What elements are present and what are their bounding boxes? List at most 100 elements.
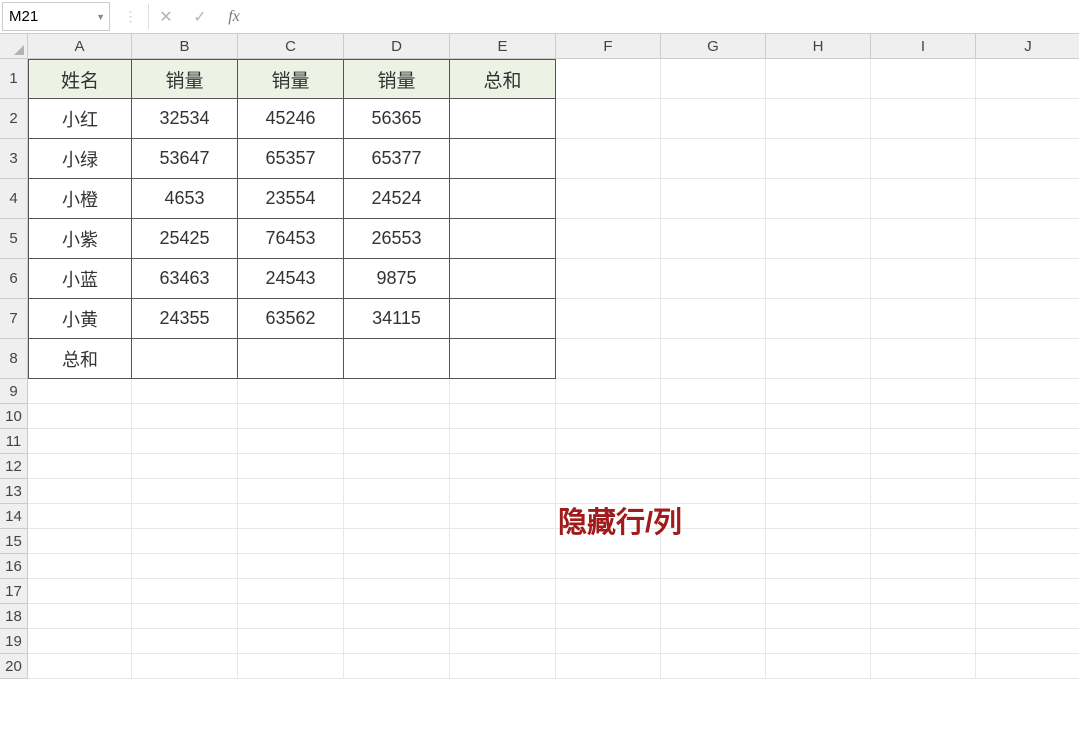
cell-J12[interactable] bbox=[976, 454, 1079, 479]
cell-G6[interactable] bbox=[661, 259, 766, 299]
row-header-5[interactable]: 5 bbox=[0, 219, 28, 259]
cell-F15[interactable] bbox=[556, 529, 661, 554]
cell-D20[interactable] bbox=[344, 654, 450, 679]
cell-J20[interactable] bbox=[976, 654, 1079, 679]
cell-B5[interactable]: 25425 bbox=[132, 219, 238, 259]
cell-C3[interactable]: 65357 bbox=[238, 139, 344, 179]
cell-J16[interactable] bbox=[976, 554, 1079, 579]
cell-I2[interactable] bbox=[871, 99, 976, 139]
cell-I8[interactable] bbox=[871, 339, 976, 379]
cell-E6[interactable] bbox=[450, 259, 556, 299]
cell-H19[interactable] bbox=[766, 629, 871, 654]
cell-H3[interactable] bbox=[766, 139, 871, 179]
cell-I11[interactable] bbox=[871, 429, 976, 454]
name-box[interactable]: M21 ▼ bbox=[2, 2, 110, 31]
cell-E4[interactable] bbox=[450, 179, 556, 219]
cell-C1[interactable]: 销量 bbox=[238, 59, 344, 99]
cell-C6[interactable]: 24543 bbox=[238, 259, 344, 299]
cell-F19[interactable] bbox=[556, 629, 661, 654]
cell-B20[interactable] bbox=[132, 654, 238, 679]
cell-E9[interactable] bbox=[450, 379, 556, 404]
cell-B8[interactable] bbox=[132, 339, 238, 379]
spreadsheet-grid[interactable]: A B C D E F G H I J 1 姓名 销量 销量 销量 总和 2 小… bbox=[0, 34, 1079, 679]
cell-D1[interactable]: 销量 bbox=[344, 59, 450, 99]
cell-C16[interactable] bbox=[238, 554, 344, 579]
cell-C12[interactable] bbox=[238, 454, 344, 479]
col-header-E[interactable]: E bbox=[450, 34, 556, 59]
col-header-F[interactable]: F bbox=[556, 34, 661, 59]
row-header-9[interactable]: 9 bbox=[0, 379, 28, 404]
cell-F3[interactable] bbox=[556, 139, 661, 179]
cell-D8[interactable] bbox=[344, 339, 450, 379]
cell-J3[interactable] bbox=[976, 139, 1079, 179]
cell-D16[interactable] bbox=[344, 554, 450, 579]
cell-A11[interactable] bbox=[28, 429, 132, 454]
more-icon[interactable]: ⋮ bbox=[114, 0, 148, 33]
row-header-11[interactable]: 11 bbox=[0, 429, 28, 454]
cell-E14[interactable] bbox=[450, 504, 556, 529]
cell-D11[interactable] bbox=[344, 429, 450, 454]
cell-D19[interactable] bbox=[344, 629, 450, 654]
cell-A2[interactable]: 小红 bbox=[28, 99, 132, 139]
cell-F4[interactable] bbox=[556, 179, 661, 219]
cell-G7[interactable] bbox=[661, 299, 766, 339]
cell-G1[interactable] bbox=[661, 59, 766, 99]
cell-I12[interactable] bbox=[871, 454, 976, 479]
cell-E12[interactable] bbox=[450, 454, 556, 479]
cell-H15[interactable] bbox=[766, 529, 871, 554]
cell-G15[interactable] bbox=[661, 529, 766, 554]
cell-E10[interactable] bbox=[450, 404, 556, 429]
cell-J11[interactable] bbox=[976, 429, 1079, 454]
cell-I1[interactable] bbox=[871, 59, 976, 99]
cell-H10[interactable] bbox=[766, 404, 871, 429]
cell-A13[interactable] bbox=[28, 479, 132, 504]
cell-F1[interactable] bbox=[556, 59, 661, 99]
cell-D7[interactable]: 34115 bbox=[344, 299, 450, 339]
cell-I19[interactable] bbox=[871, 629, 976, 654]
cell-G13[interactable] bbox=[661, 479, 766, 504]
cell-F16[interactable] bbox=[556, 554, 661, 579]
cell-B16[interactable] bbox=[132, 554, 238, 579]
cell-B14[interactable] bbox=[132, 504, 238, 529]
row-header-13[interactable]: 13 bbox=[0, 479, 28, 504]
cell-B4[interactable]: 4653 bbox=[132, 179, 238, 219]
cell-J2[interactable] bbox=[976, 99, 1079, 139]
cell-B3[interactable]: 53647 bbox=[132, 139, 238, 179]
cell-J14[interactable] bbox=[976, 504, 1079, 529]
col-header-C[interactable]: C bbox=[238, 34, 344, 59]
cell-H4[interactable] bbox=[766, 179, 871, 219]
cell-E7[interactable] bbox=[450, 299, 556, 339]
cell-A18[interactable] bbox=[28, 604, 132, 629]
cell-H17[interactable] bbox=[766, 579, 871, 604]
cell-A20[interactable] bbox=[28, 654, 132, 679]
cell-G5[interactable] bbox=[661, 219, 766, 259]
row-header-4[interactable]: 4 bbox=[0, 179, 28, 219]
row-header-8[interactable]: 8 bbox=[0, 339, 28, 379]
cell-C20[interactable] bbox=[238, 654, 344, 679]
cell-H18[interactable] bbox=[766, 604, 871, 629]
cell-C4[interactable]: 23554 bbox=[238, 179, 344, 219]
cell-I3[interactable] bbox=[871, 139, 976, 179]
cell-C15[interactable] bbox=[238, 529, 344, 554]
cell-E20[interactable] bbox=[450, 654, 556, 679]
cell-H5[interactable] bbox=[766, 219, 871, 259]
cell-A3[interactable]: 小绿 bbox=[28, 139, 132, 179]
enter-icon[interactable]: ✓ bbox=[183, 0, 217, 33]
cell-E15[interactable] bbox=[450, 529, 556, 554]
cell-G14[interactable] bbox=[661, 504, 766, 529]
row-header-14[interactable]: 14 bbox=[0, 504, 28, 529]
cell-B15[interactable] bbox=[132, 529, 238, 554]
cell-I16[interactable] bbox=[871, 554, 976, 579]
cell-J1[interactable] bbox=[976, 59, 1079, 99]
row-header-6[interactable]: 6 bbox=[0, 259, 28, 299]
cell-E5[interactable] bbox=[450, 219, 556, 259]
cell-J15[interactable] bbox=[976, 529, 1079, 554]
row-header-10[interactable]: 10 bbox=[0, 404, 28, 429]
col-header-A[interactable]: A bbox=[28, 34, 132, 59]
cell-F9[interactable] bbox=[556, 379, 661, 404]
cell-A19[interactable] bbox=[28, 629, 132, 654]
cell-F14[interactable] bbox=[556, 504, 661, 529]
col-header-D[interactable]: D bbox=[344, 34, 450, 59]
cell-F18[interactable] bbox=[556, 604, 661, 629]
cell-C7[interactable]: 63562 bbox=[238, 299, 344, 339]
